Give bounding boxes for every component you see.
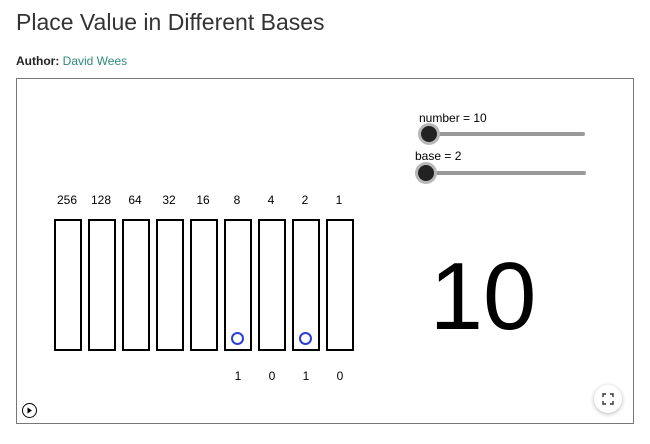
place-column [326,219,354,351]
digit-label: 0 [268,369,276,383]
place-column [88,219,116,351]
place-value-label: 1 [335,193,343,207]
number-slider-label: number = 10 [419,111,487,125]
fullscreen-icon [602,393,614,405]
digit-label: 0 [336,369,344,383]
base-slider-label: base = 2 [415,149,462,163]
play-icon [27,407,32,414]
place-column [122,219,150,351]
place-column [258,219,286,351]
base-slider-track[interactable] [419,171,586,175]
decimal-number-display: 10 [429,243,537,350]
number-slider-handle[interactable] [421,126,437,142]
play-button[interactable] [22,403,37,418]
place-column [156,219,184,351]
number-slider-track[interactable] [423,132,585,136]
digit-circle-marker [299,332,312,345]
author-line: Author: David Wees [16,54,127,68]
page-title: Place Value in Different Bases [16,9,325,35]
place-column [190,219,218,351]
geogebra-applet[interactable]: 256 128 64 32 16 8 4 2 1 1 0 1 0 number … [16,78,634,424]
author-link[interactable]: David Wees [63,54,127,68]
base-slider-handle[interactable] [418,165,434,181]
fullscreen-button[interactable] [594,385,622,413]
digit-label: 1 [302,369,310,383]
place-column [54,219,82,351]
digit-label: 1 [234,369,242,383]
digit-circle-marker [231,332,244,345]
author-label: Author: [16,54,60,68]
